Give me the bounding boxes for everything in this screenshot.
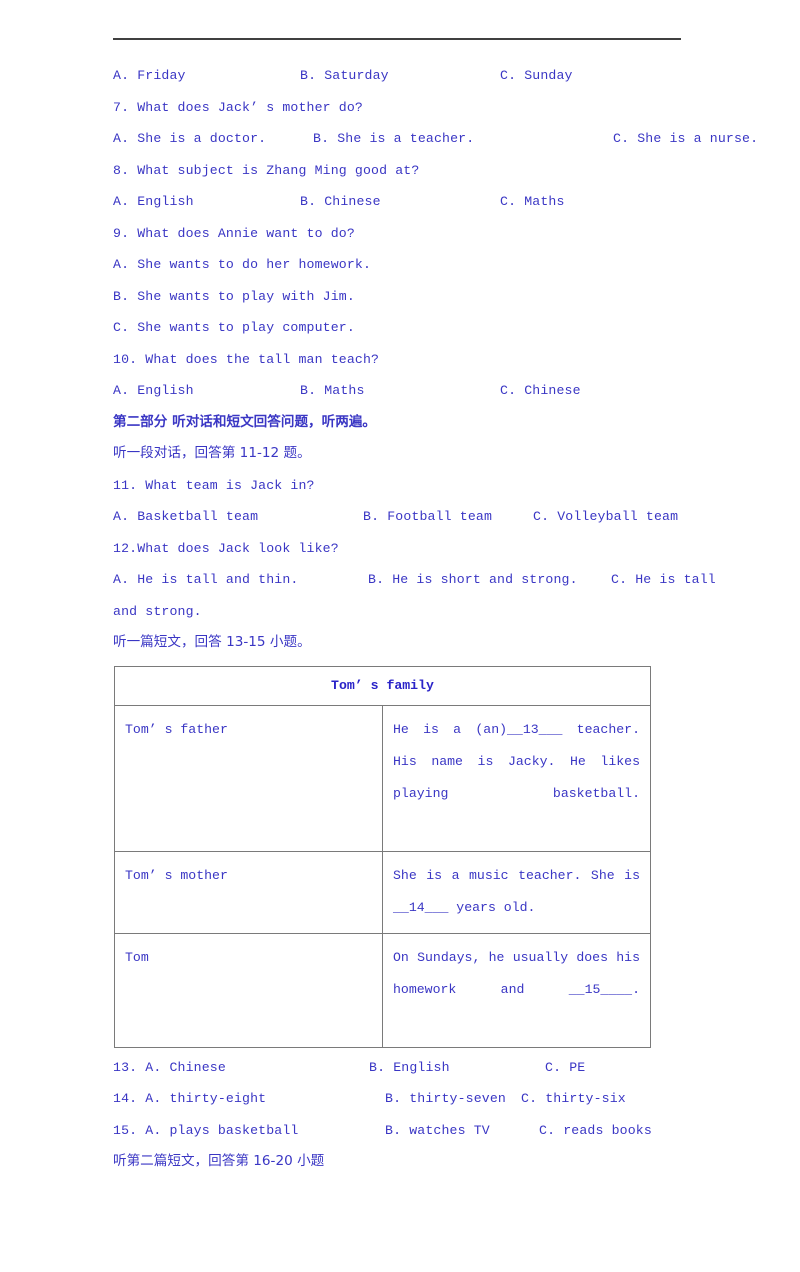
q10-option-b: B. Maths: [300, 383, 365, 398]
q13-option-c: C. PE: [545, 1059, 586, 1075]
question-10-options-row: A. English B. Maths C. Chinese: [113, 375, 685, 407]
q11-option-a: A. Basketball team: [113, 509, 259, 524]
question-8-options-row: A. English B. Chinese C. Maths: [113, 186, 685, 218]
q12-option-c: C. He is tall: [611, 572, 716, 587]
question-7-stem: 7. What does Jack’ s mother do?: [113, 99, 363, 115]
dialogue-instruction: 听一段对话，回答第 11-12 题。: [113, 445, 311, 461]
question-6-options-row: A. Friday B. Saturday C. Sunday: [113, 60, 685, 92]
question-7-options-row: A. She is a doctor. B. She is a teacher.…: [113, 123, 758, 155]
q6-option-b: B. Saturday: [300, 68, 389, 83]
table-header-row: Tom’ s family: [114, 665, 651, 706]
footer-instruction: 听第二篇短文，回答第 16-20 小题: [113, 1153, 325, 1169]
q15-option-a: 15. A. plays basketball: [113, 1122, 299, 1138]
row-body-fathers: He is a (an)__13___ teacher. His name is…: [382, 704, 651, 852]
row-body-mothers: She is a music teacher. She is __14___ y…: [382, 850, 651, 934]
table-row: Tom’ s mother She is a music teacher. Sh…: [114, 850, 651, 934]
table-row: Tom On Sundays, he usually does his home…: [114, 932, 651, 1048]
q12-option-b: B. He is short and strong.: [368, 572, 578, 587]
q7-option-c: C. She is a nurse.: [613, 131, 759, 146]
question-13-options-row: 13. A. Chinese B. English C. PE: [113, 1052, 685, 1084]
q14-option-c: C. thirty-six: [521, 1091, 626, 1106]
row-label-fathers: Tom’ s father: [114, 704, 383, 852]
toms-family-table: Tom’ s family Tom’ s father He is a (an)…: [114, 665, 651, 1048]
q12-option-a: A. He is tall and thin.: [113, 572, 299, 587]
q10-option-c: C. Chinese: [500, 383, 581, 398]
header-divider-rule: [113, 38, 681, 40]
q15-option-c: C. reads books: [539, 1122, 652, 1138]
table-row: Tom’ s father He is a (an)__13___ teache…: [114, 704, 651, 852]
q7-option-b: B. She is a teacher.: [313, 131, 475, 146]
question-14-options-row: 14. A. thirty-eight B. thirty-seven C. t…: [113, 1083, 685, 1115]
q9-option-b: B. She wants to play with Jim.: [113, 288, 355, 304]
q15-option-b: B. watches TV: [385, 1122, 490, 1138]
q13-option-a: 13. A. Chinese: [113, 1059, 226, 1075]
question-12-options-row: A. He is tall and thin. B. He is short a…: [113, 564, 716, 596]
page-content: A. Friday B. Saturday C. Sunday 7. What …: [113, 38, 758, 1178]
q13-option-b: B. English: [369, 1059, 450, 1075]
q14-option-a: 14. A. thirty-eight: [113, 1091, 267, 1106]
question-12-option-c-continuation: and strong.: [113, 603, 202, 619]
q11-option-c: C. Volleyball team: [533, 509, 679, 524]
question-11-stem: 11. What team is Jack in?: [113, 477, 315, 493]
q8-option-b: B. Chinese: [300, 194, 381, 209]
q6-option-c: C. Sunday: [500, 68, 573, 83]
q6-option-a: A. Friday: [113, 68, 186, 83]
row-body-tom: On Sundays, he usually does his homework…: [382, 932, 651, 1048]
part-two-heading: 第二部分 听对话和短文回答问题，听两遍。: [113, 413, 377, 430]
question-8-stem: 8. What subject is Zhang Ming good at?: [113, 162, 420, 178]
passage-instruction: 听一篇短文，回答 13-15 小题。: [113, 634, 311, 650]
q9-option-c: C. She wants to play computer.: [113, 320, 355, 335]
q7-option-a: A. She is a doctor.: [113, 131, 267, 146]
row-label-mothers: Tom’ s mother: [114, 850, 383, 934]
row-label-tom: Tom: [114, 932, 383, 1048]
question-10-stem: 10. What does the tall man teach?: [113, 351, 380, 367]
exam-page: A. Friday B. Saturday C. Sunday 7. What …: [0, 0, 800, 1169]
q11-option-b: B. Football team: [363, 509, 493, 524]
question-9-stem: 9. What does Annie want to do?: [113, 225, 355, 241]
q8-option-a: A. English: [113, 194, 194, 209]
table-title: Tom’ s family: [114, 665, 651, 706]
q10-option-a: A. English: [113, 383, 194, 398]
q8-option-c: C. Maths: [500, 194, 565, 209]
question-11-options-row: A. Basketball team B. Football team C. V…: [113, 501, 685, 533]
q9-option-a: A. She wants to do her homework.: [113, 257, 372, 272]
q14-option-b: B. thirty-seven: [385, 1091, 506, 1106]
question-15-options-row: 15. A. plays basketball B. watches TV C.…: [113, 1115, 685, 1147]
question-12-stem: 12.What does Jack look like?: [113, 540, 339, 556]
